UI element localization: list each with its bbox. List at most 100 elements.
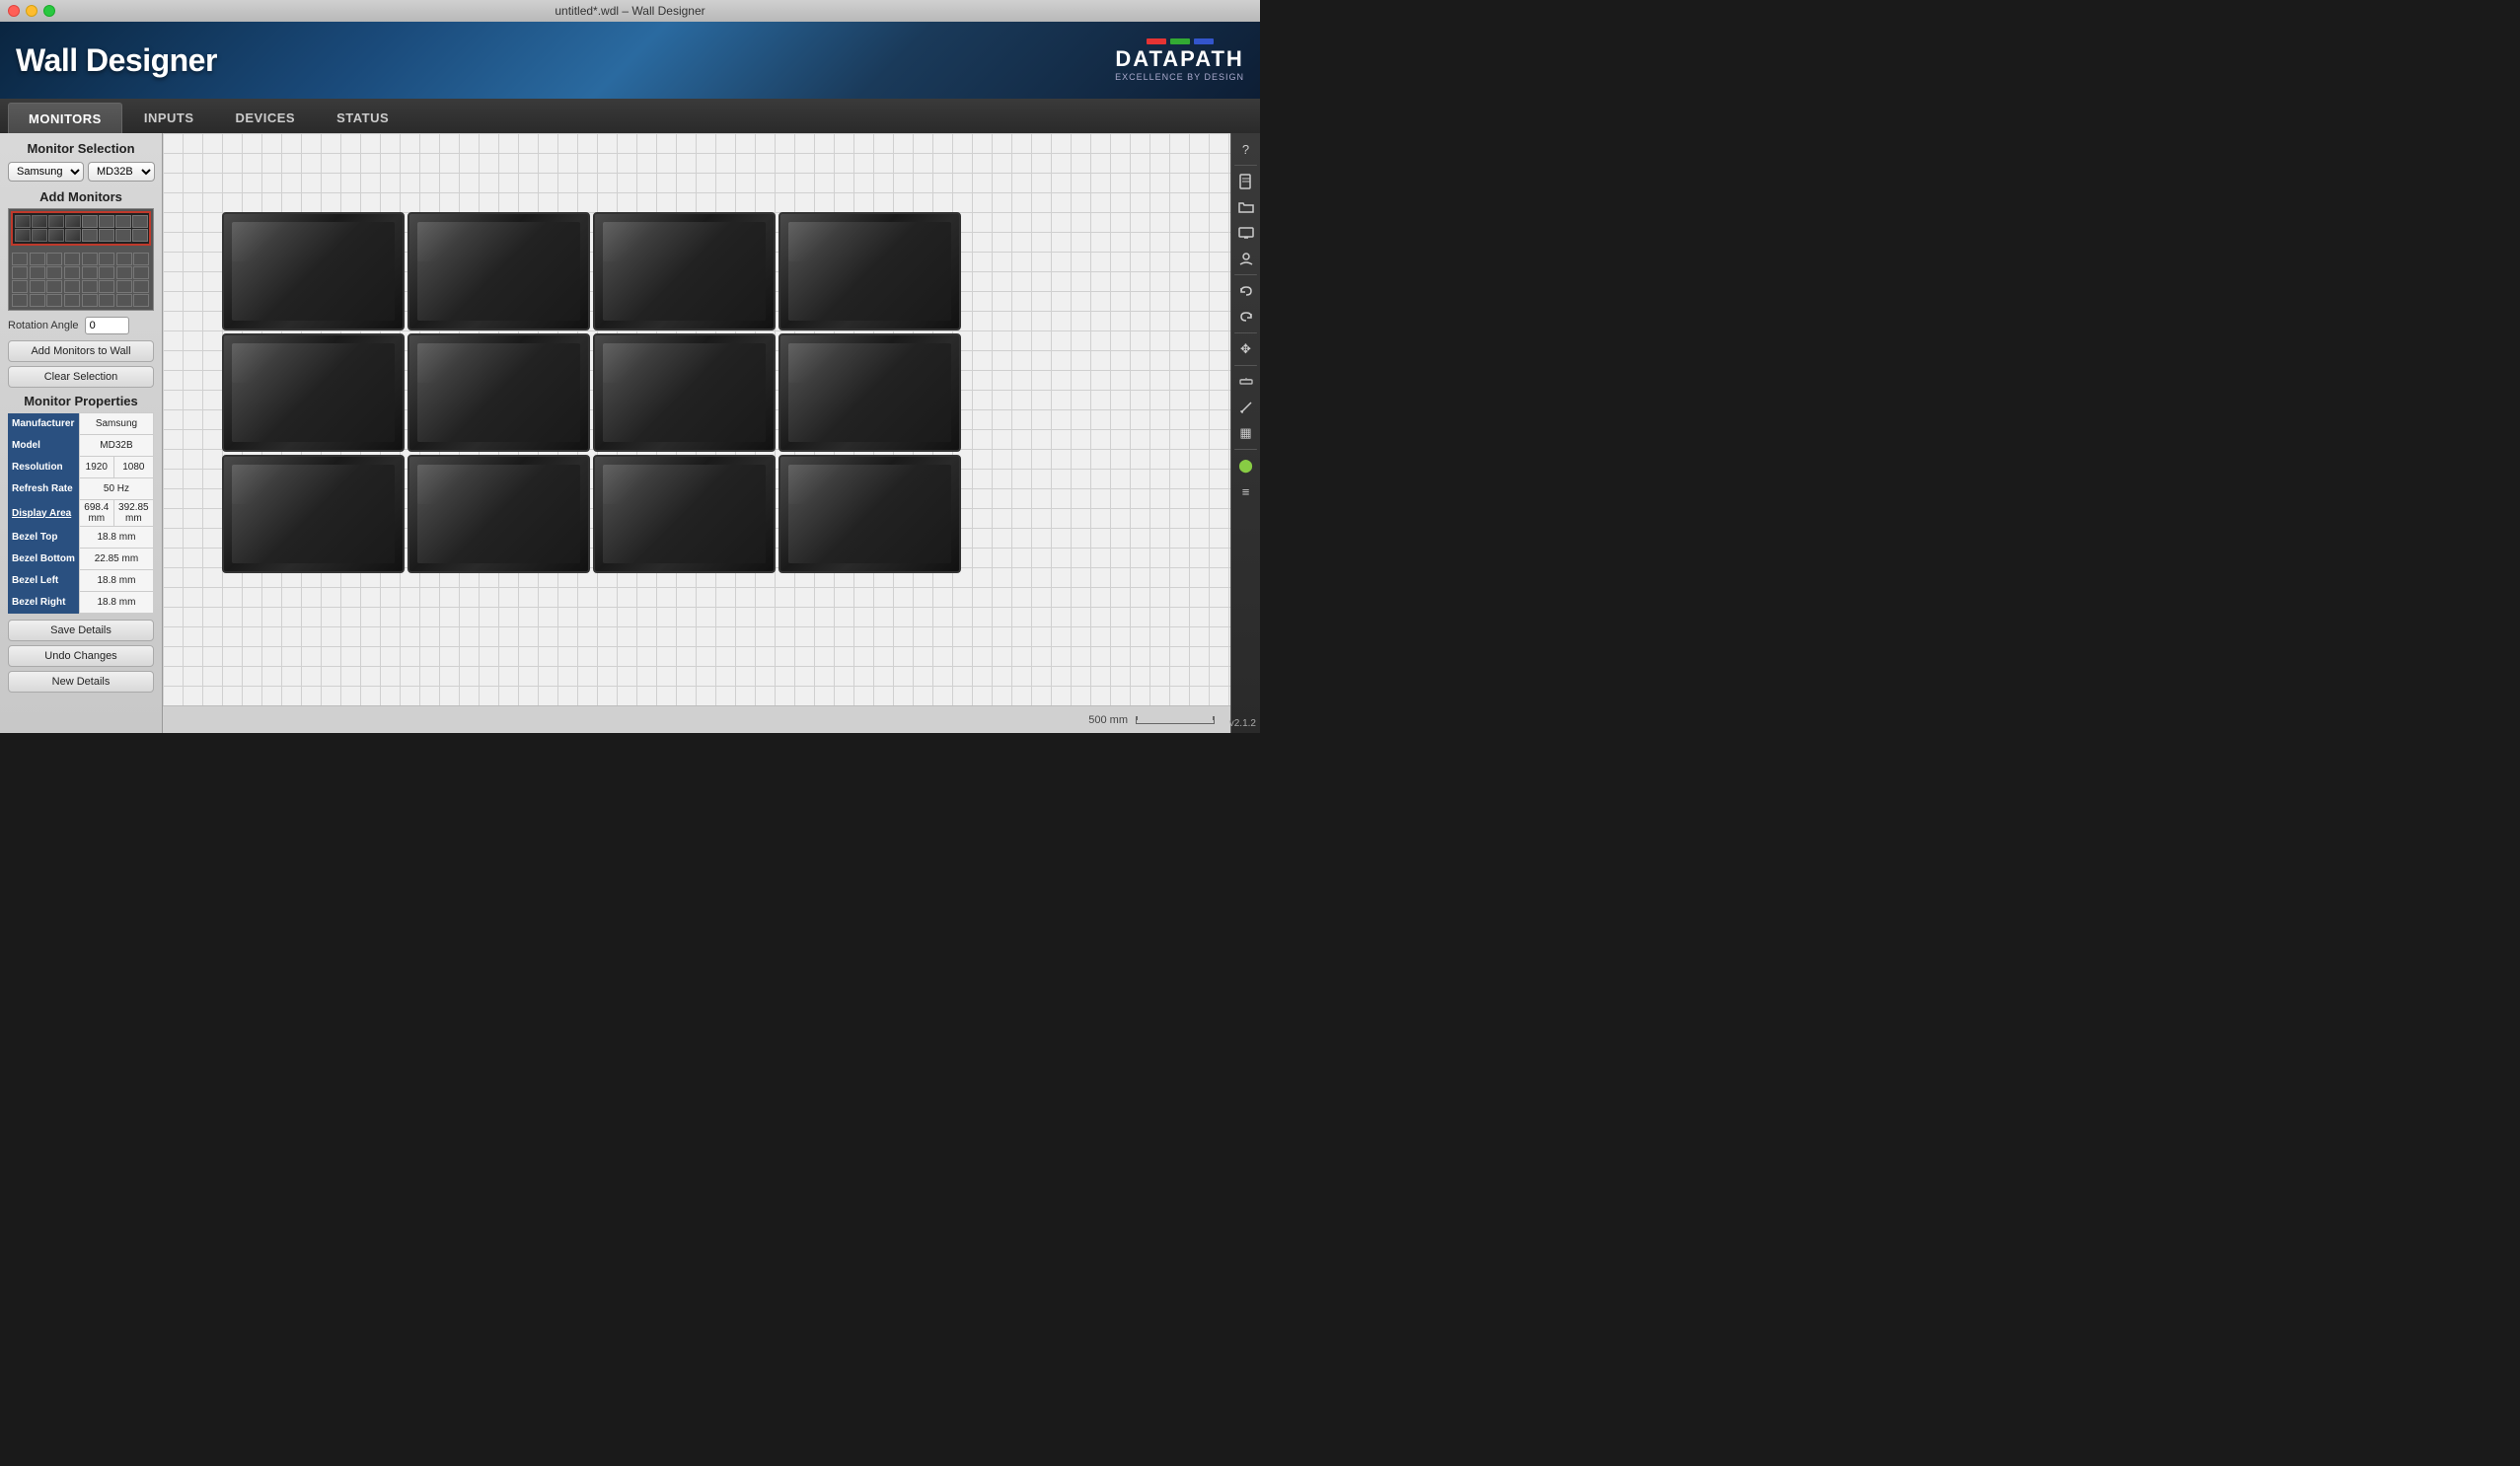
document-icon[interactable]: [1234, 170, 1258, 193]
add-monitors-button[interactable]: Add Monitors to Wall: [8, 340, 154, 362]
prop-value-bezel-right: 18.8 mm: [79, 592, 153, 614]
monitor-cell[interactable]: [65, 215, 81, 228]
monitor-cell[interactable]: [46, 280, 62, 293]
display-icon[interactable]: [1234, 221, 1258, 245]
version-text: v2.1.2: [1229, 718, 1256, 729]
monitor-cell[interactable]: [115, 215, 131, 228]
monitor-cell[interactable]: [82, 215, 98, 228]
monitor-cell[interactable]: [15, 215, 31, 228]
monitor-cell[interactable]: [82, 266, 98, 279]
measure-icon[interactable]: [1234, 396, 1258, 419]
monitor-cell[interactable]: [64, 294, 80, 307]
manufacturer-select[interactable]: Samsung LG NEC: [8, 162, 84, 182]
settings-icon[interactable]: ⬤: [1234, 454, 1258, 477]
wall-monitor[interactable]: [593, 212, 776, 330]
monitor-cell[interactable]: [12, 253, 28, 265]
monitor-cell[interactable]: [30, 253, 45, 265]
monitor-cell[interactable]: [116, 266, 132, 279]
grid-canvas[interactable]: [163, 133, 1230, 705]
wall-monitor[interactable]: [593, 333, 776, 452]
wall-monitor[interactable]: [778, 455, 961, 573]
undo-icon[interactable]: [1234, 279, 1258, 303]
wall-monitor[interactable]: [408, 455, 590, 573]
monitor-cell[interactable]: [99, 215, 114, 228]
minimize-button[interactable]: [26, 5, 37, 17]
wall-monitor[interactable]: [222, 455, 405, 573]
monitor-cell[interactable]: [64, 253, 80, 265]
undo-changes-button[interactable]: Undo Changes: [8, 645, 154, 667]
maximize-button[interactable]: [43, 5, 55, 17]
monitor-cell[interactable]: [99, 253, 114, 265]
monitor-cell[interactable]: [99, 294, 114, 307]
monitor-cell[interactable]: [99, 229, 114, 242]
new-details-button[interactable]: New Details: [8, 671, 154, 693]
redo-icon[interactable]: [1234, 305, 1258, 329]
tab-monitors[interactable]: MONITORS: [8, 103, 122, 133]
folder-icon[interactable]: [1234, 195, 1258, 219]
monitor-cell[interactable]: [48, 229, 64, 242]
toolbar-separator: [1234, 449, 1257, 450]
monitor-cell[interactable]: [65, 229, 81, 242]
monitor-cell[interactable]: [115, 229, 131, 242]
monitor-cell[interactable]: [133, 280, 149, 293]
monitor-cell[interactable]: [64, 280, 80, 293]
monitor-cell[interactable]: [48, 215, 64, 228]
save-details-button[interactable]: Save Details: [8, 620, 154, 641]
wall-monitor[interactable]: [408, 212, 590, 330]
table-row: Display Area 698.4 mm 392.85 mm: [8, 500, 154, 527]
monitor-cell[interactable]: [82, 280, 98, 293]
prop-value-bezel-left: 18.8 mm: [79, 570, 153, 592]
datapath-logo: DATAPATH EXCELLENCE BY DESIGN: [1115, 38, 1244, 82]
monitor-cell[interactable]: [46, 294, 62, 307]
monitor-cell[interactable]: [82, 253, 98, 265]
wall-monitor[interactable]: [593, 455, 776, 573]
wall-monitor[interactable]: [778, 212, 961, 330]
monitor-cell[interactable]: [116, 280, 132, 293]
monitor-grid-selected: [11, 211, 151, 246]
monitor-cell[interactable]: [133, 266, 149, 279]
monitor-cell[interactable]: [82, 294, 98, 307]
monitor-cell[interactable]: [12, 294, 28, 307]
monitor-cell[interactable]: [116, 253, 132, 265]
monitor-cell[interactable]: [132, 215, 148, 228]
help-icon[interactable]: ?: [1234, 137, 1258, 161]
monitor-cell[interactable]: [30, 280, 45, 293]
layers-icon[interactable]: ≡: [1234, 479, 1258, 503]
close-button[interactable]: [8, 5, 20, 17]
monitor-cell[interactable]: [12, 266, 28, 279]
monitor-cell[interactable]: [116, 294, 132, 307]
wall-monitor[interactable]: [222, 333, 405, 452]
wall-monitor[interactable]: [778, 333, 961, 452]
tab-devices[interactable]: DEVICES: [216, 103, 316, 133]
monitor-cell[interactable]: [133, 294, 149, 307]
move-icon[interactable]: ✥: [1234, 337, 1258, 361]
monitor-cell[interactable]: [132, 229, 148, 242]
monitor-cell[interactable]: [30, 266, 45, 279]
model-select[interactable]: MD32B MD32C UD55A: [88, 162, 155, 182]
monitor-cell[interactable]: [46, 266, 62, 279]
table-row: Resolution 1920 1080: [8, 457, 154, 478]
monitor-cell[interactable]: [12, 280, 28, 293]
monitor-cell[interactable]: [46, 253, 62, 265]
monitor-cell[interactable]: [32, 229, 47, 242]
tab-status[interactable]: STATUS: [317, 103, 408, 133]
monitor-cell[interactable]: [133, 253, 149, 265]
monitor-cell[interactable]: [64, 266, 80, 279]
clear-selection-button[interactable]: Clear Selection: [8, 366, 154, 388]
tab-inputs[interactable]: INPUTS: [124, 103, 214, 133]
prop-value-refresh: 50 Hz: [79, 478, 153, 500]
monitor-cell[interactable]: [32, 215, 47, 228]
monitor-cell[interactable]: [30, 294, 45, 307]
monitor-cell[interactable]: [82, 229, 98, 242]
rotation-input[interactable]: [85, 317, 129, 334]
add-monitors-title: Add Monitors: [8, 189, 154, 204]
wall-monitor[interactable]: [408, 333, 590, 452]
ruler-icon[interactable]: [1234, 370, 1258, 394]
wall-monitor[interactable]: [222, 212, 405, 330]
user-icon[interactable]: [1234, 247, 1258, 270]
prop-label-bezel-left: Bezel Left: [8, 570, 79, 592]
monitor-cell[interactable]: [99, 280, 114, 293]
grid-icon[interactable]: ▦: [1234, 421, 1258, 445]
monitor-cell[interactable]: [15, 229, 31, 242]
monitor-cell[interactable]: [99, 266, 114, 279]
